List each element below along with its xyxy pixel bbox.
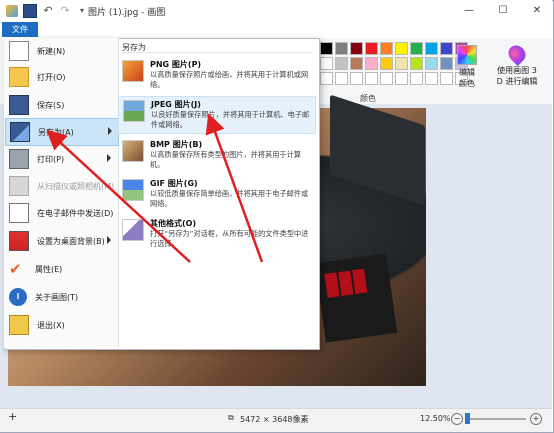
annotation-arrows	[46, 113, 264, 263]
arrow-to-save-as	[46, 129, 191, 263]
arrow-to-jpeg	[205, 113, 264, 263]
